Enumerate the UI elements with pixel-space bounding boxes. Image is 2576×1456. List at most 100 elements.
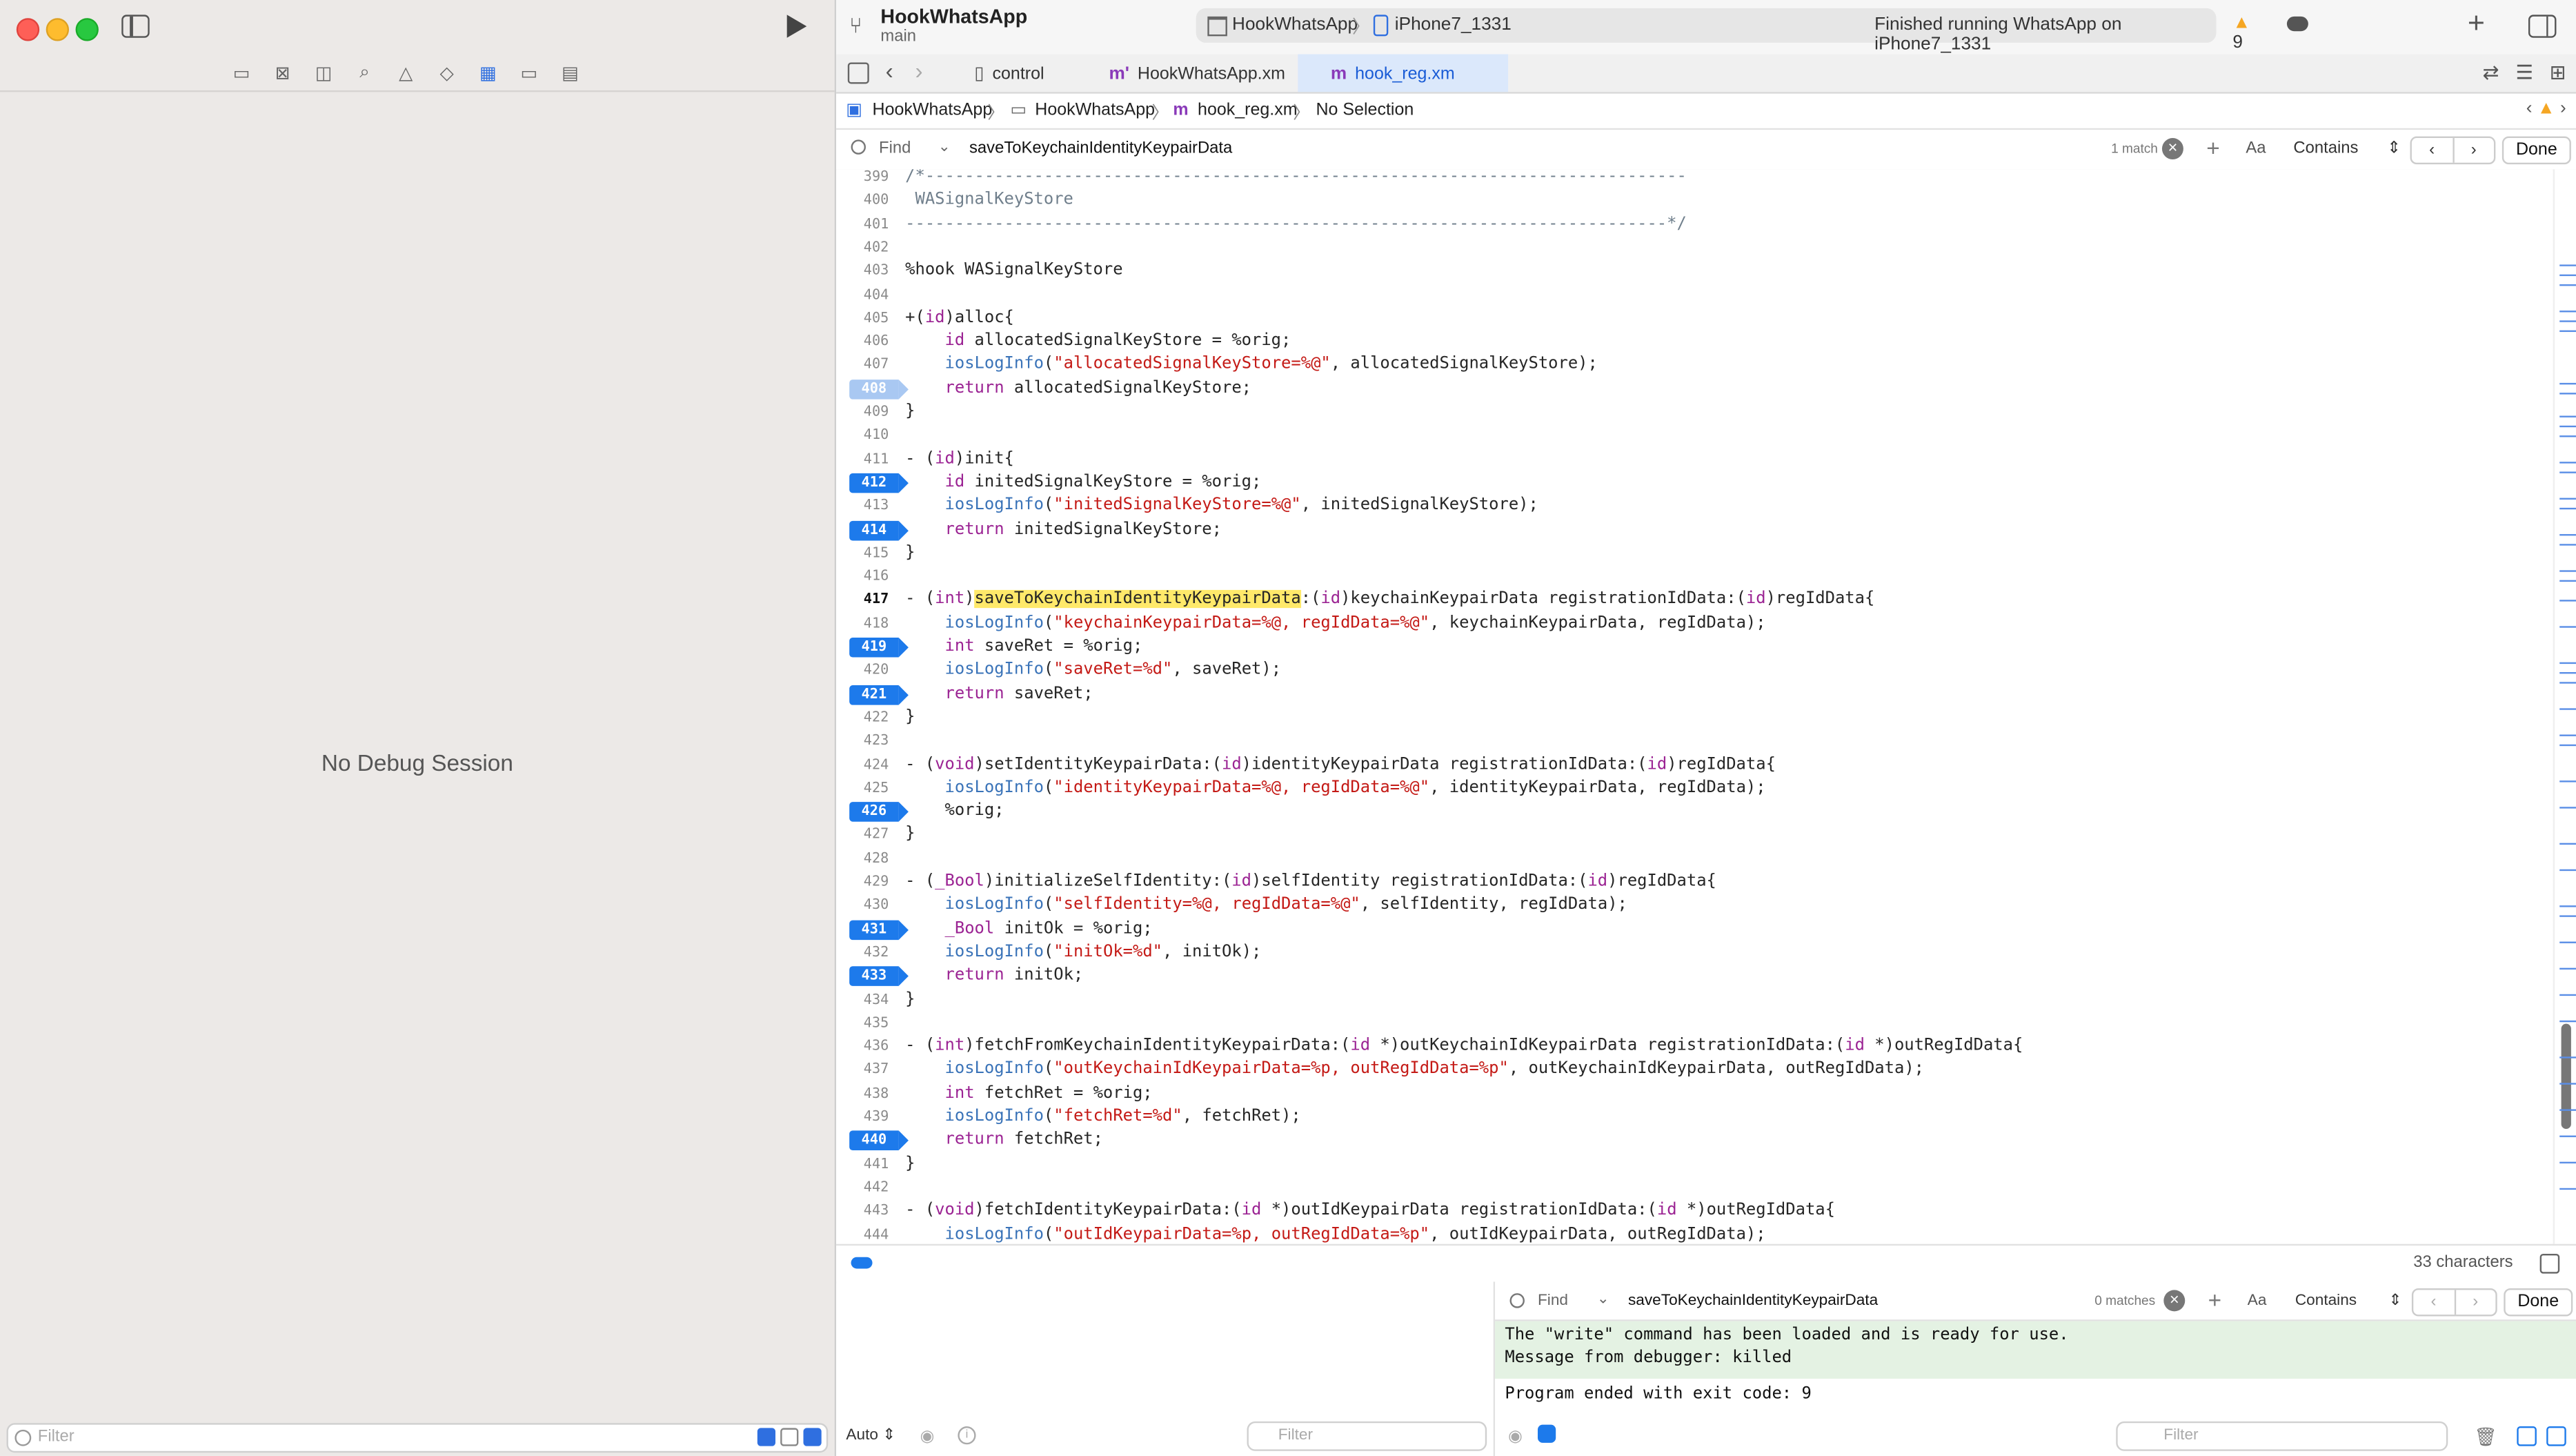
- code-line[interactable]: 406 id allocatedSignalKeyStore = %orig;: [836, 331, 2553, 353]
- match-mode-select[interactable]: Contains: [2295, 1292, 2357, 1310]
- eye-icon[interactable]: ◉: [920, 1428, 935, 1446]
- close-window-button[interactable]: [16, 18, 40, 41]
- code-line[interactable]: 405 +(id)alloc{: [836, 307, 2553, 330]
- debug-icon[interactable]: ▦: [477, 61, 499, 83]
- breakpoint-marker[interactable]: 440: [849, 1131, 909, 1151]
- line-number[interactable]: 404: [836, 284, 889, 306]
- line-number[interactable]: 423: [836, 730, 889, 753]
- line-number[interactable]: 399: [836, 169, 889, 189]
- code-line[interactable]: 416: [836, 565, 2553, 588]
- editor-options-icon[interactable]: ☰: [2515, 61, 2533, 83]
- hide-debug-area-icon[interactable]: [2539, 1254, 2560, 1274]
- line-number[interactable]: 403: [836, 260, 889, 283]
- line-number[interactable]: 406: [836, 331, 889, 353]
- clear-icon[interactable]: ×: [2163, 1290, 2186, 1312]
- add-pattern-icon[interactable]: +: [2208, 1287, 2221, 1313]
- zoom-window-button[interactable]: [75, 18, 99, 41]
- console-find-input[interactable]: saveToKeychainIdentityKeypairData: [1628, 1292, 1878, 1310]
- code-line[interactable]: 437 iosLogInfo("outKeychainIdKeypairData…: [836, 1059, 2553, 1082]
- code-line[interactable]: 417 - (int)saveToKeychainIdentityKeypairD…: [836, 589, 2553, 611]
- code-line[interactable]: 414 return initedSignalKeyStore;: [836, 518, 2553, 541]
- line-number[interactable]: 441: [836, 1153, 889, 1176]
- line-number[interactable]: 415: [836, 542, 889, 564]
- code-line[interactable]: 419 int saveRet = %orig;: [836, 636, 2553, 659]
- sidebar-toggle-icon[interactable]: [121, 14, 150, 38]
- line-number[interactable]: 413: [836, 495, 889, 518]
- split-right-icon[interactable]: [2546, 1426, 2566, 1446]
- info-icon[interactable]: i: [958, 1426, 976, 1445]
- code-line[interactable]: 402: [836, 237, 2553, 259]
- warnings-badge[interactable]: ▲ 9: [2232, 13, 2250, 52]
- code-line[interactable]: 412 id initedSignalKeyStore = %orig;: [836, 471, 2553, 494]
- code-line[interactable]: 439 iosLogInfo("fetchRet=%d", fetchRet);: [836, 1106, 2553, 1129]
- minimize-window-button[interactable]: [46, 18, 70, 41]
- console-find-done-button[interactable]: Done: [2504, 1288, 2573, 1317]
- line-number[interactable]: 424: [836, 754, 889, 776]
- report-icon[interactable]: ▤: [559, 61, 582, 83]
- line-number[interactable]: 436: [836, 1036, 889, 1059]
- line-number[interactable]: 420: [836, 660, 889, 682]
- output-toggle-icon[interactable]: [1537, 1424, 1556, 1443]
- next-match-icon[interactable]: ›: [2452, 138, 2494, 163]
- line-number[interactable]: 443: [836, 1200, 889, 1223]
- swap-icon[interactable]: ⇄: [2483, 61, 2499, 83]
- line-number[interactable]: 435: [836, 1012, 889, 1034]
- code-line[interactable]: 443 - (void)fetchIdentityKeypairData:(id …: [836, 1200, 2553, 1223]
- chevron-down-icon[interactable]: ⌄: [1597, 1290, 1609, 1308]
- line-number[interactable]: 416: [836, 565, 889, 588]
- code-line[interactable]: 428: [836, 847, 2553, 870]
- chevron-left-icon[interactable]: ‹: [2526, 99, 2533, 119]
- code-line[interactable]: 438 int fetchRet = %orig;: [836, 1083, 2553, 1105]
- find-mode-label[interactable]: Find: [1538, 1292, 1568, 1310]
- breakpoint-marker[interactable]: 426: [849, 802, 909, 822]
- search-icon[interactable]: ⌕: [353, 61, 376, 83]
- previous-match-icon[interactable]: ‹: [2412, 138, 2452, 163]
- breakpoint-marker[interactable]: 433: [849, 966, 909, 987]
- code-line[interactable]: 421 return saveRet;: [836, 683, 2553, 706]
- line-number[interactable]: 444: [836, 1223, 889, 1244]
- filter-option-1-icon[interactable]: [757, 1428, 776, 1446]
- code-line[interactable]: 442: [836, 1177, 2553, 1199]
- scrollbar-thumb[interactable]: [2561, 1023, 2571, 1130]
- code-line[interactable]: 427}: [836, 824, 2553, 847]
- breakpoint-marker[interactable]: 421: [849, 685, 909, 705]
- breakpoint-marker[interactable]: 408: [849, 379, 909, 399]
- code-line[interactable]: 424 - (void)setIdentityKeypairData:(id)id…: [836, 754, 2553, 776]
- diamond-icon[interactable]: ◇: [435, 61, 458, 83]
- match-mode-select[interactable]: Contains: [2293, 139, 2358, 157]
- line-number[interactable]: 432: [836, 941, 889, 964]
- add-pattern-icon[interactable]: +: [2206, 135, 2219, 161]
- bookmark-icon[interactable]: ◫: [312, 61, 335, 83]
- tab-hookwhatsapp-xm[interactable]: m' HookWhatsApp.xm: [1099, 55, 1302, 92]
- code-line[interactable]: 423: [836, 730, 2553, 753]
- breakpoint-marker[interactable]: 412: [849, 473, 909, 493]
- line-number[interactable]: 418: [836, 613, 889, 636]
- breadcrumb-item-project[interactable]: HookWhatsApp: [873, 100, 993, 120]
- cloud-icon[interactable]: [2286, 16, 2308, 32]
- line-number[interactable]: 437: [836, 1059, 889, 1082]
- code-line[interactable]: 413 iosLogInfo("initedSignalKeyStore=%@"…: [836, 495, 2553, 518]
- line-number[interactable]: 407: [836, 354, 889, 377]
- code-line[interactable]: 401 -------------------------------------…: [836, 213, 2553, 236]
- inspector-toggle-icon[interactable]: [2528, 14, 2557, 38]
- clear-icon[interactable]: ×: [2161, 138, 2183, 159]
- breakpoint-icon[interactable]: ▭: [517, 61, 540, 83]
- console-filter-field[interactable]: Filter: [2116, 1421, 2448, 1451]
- breadcrumb-item-selection[interactable]: No Selection: [1316, 100, 1414, 120]
- device-selector[interactable]: iPhone7_1331: [1395, 14, 1512, 35]
- code-line[interactable]: 435: [836, 1012, 2553, 1034]
- line-number[interactable]: 442: [836, 1177, 889, 1199]
- breakpoint-marker[interactable]: 431: [849, 919, 909, 940]
- code-line[interactable]: 410: [836, 424, 2553, 447]
- line-number[interactable]: 428: [836, 847, 889, 870]
- minimap[interactable]: [2553, 169, 2576, 1244]
- scheme-selector[interactable]: HookWhatsApp: [1232, 14, 1358, 35]
- line-number[interactable]: 422: [836, 707, 889, 729]
- code-line[interactable]: 404: [836, 284, 2553, 306]
- breakpoint-marker[interactable]: 419: [849, 637, 909, 658]
- code-line[interactable]: 407 iosLogInfo("allocatedSignalKeyStore=…: [836, 354, 2553, 377]
- tab-hook-reg-xm[interactable]: m hook_reg.xm: [1298, 54, 1509, 92]
- tab-control[interactable]: ▯ control: [968, 55, 1102, 92]
- filter-option-2-icon[interactable]: [780, 1428, 799, 1446]
- trash-icon[interactable]: 🗑: [2474, 1426, 2497, 1448]
